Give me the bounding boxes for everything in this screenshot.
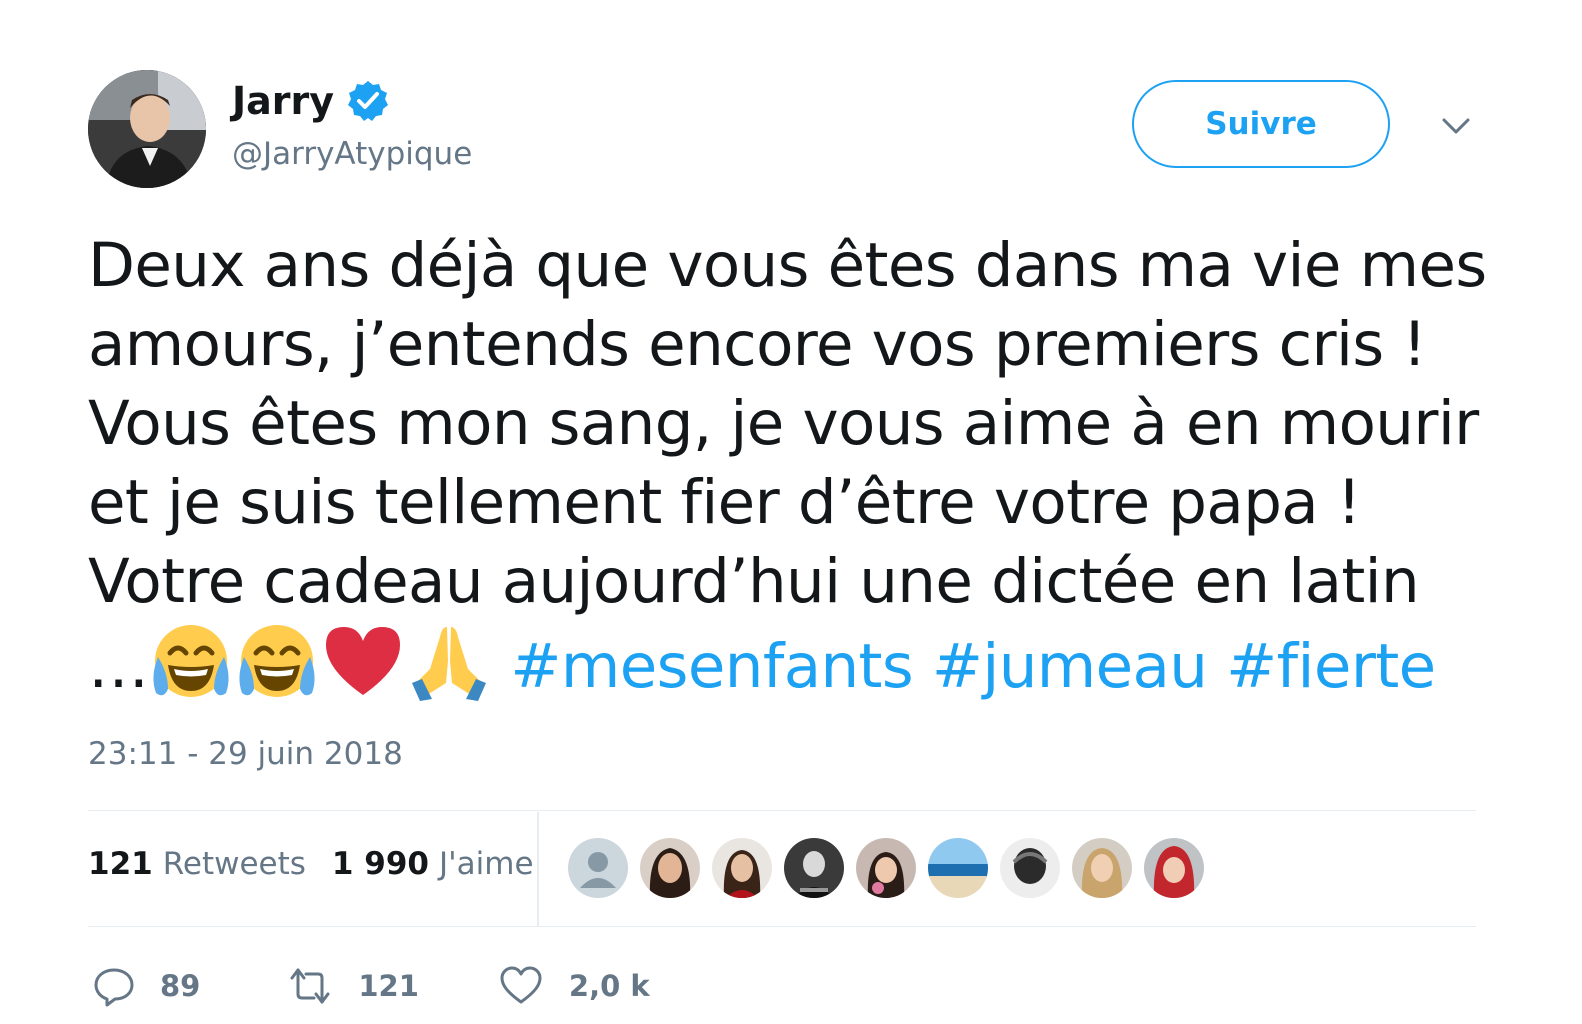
tweet-card: Jarry @JarryAtypique Suivre Deux ans déj…: [0, 0, 1582, 1024]
tweet-text-line: et je suis tellement fier d’être votre p…: [88, 467, 1361, 538]
liker-avatar[interactable]: [856, 838, 916, 898]
hashtag-separator: [1207, 631, 1226, 702]
hashtag-jumeau[interactable]: #jumeau: [932, 631, 1208, 702]
reply-button[interactable]: 89: [92, 964, 200, 1008]
retweet-button[interactable]: 121: [288, 964, 419, 1008]
tweet-text-last-line: … #mesenfants #jumeau #fierte: [88, 621, 1508, 706]
retweets-label: Retweets: [162, 846, 306, 882]
liker-avatar[interactable]: [1072, 838, 1132, 898]
hashtag-fierte[interactable]: #fierte: [1226, 631, 1436, 702]
liker-avatar[interactable]: [1144, 838, 1204, 898]
chevron-down-icon[interactable]: [1436, 110, 1476, 146]
heart-icon: [500, 966, 542, 1004]
divider: [88, 926, 1476, 927]
reply-count: 89: [160, 969, 201, 1003]
tweet-text-line: Votre cadeau aujourd’hui une dictée en l…: [88, 546, 1420, 617]
liker-avatar-beach[interactable]: [928, 838, 988, 898]
red-heart-icon: [320, 621, 406, 701]
tweet-text: Deux ans déjà que vous êtes dans ma vie …: [88, 226, 1508, 706]
ellipsis-text: …: [88, 631, 149, 702]
author-display-name[interactable]: Jarry: [232, 79, 334, 123]
liker-avatar[interactable]: [712, 838, 772, 898]
likes-label: J'aime: [438, 846, 534, 882]
divider: [88, 810, 1476, 811]
like-button[interactable]: 2,0 k: [499, 964, 650, 1008]
face-with-tears-of-joy-icon: [234, 621, 320, 701]
follow-button[interactable]: Suivre: [1132, 80, 1390, 168]
tweet-actions: 89 121 2,0 k: [92, 964, 710, 1008]
liker-avatar[interactable]: [784, 838, 844, 898]
liker-avatar[interactable]: [1000, 838, 1060, 898]
reply-icon: [94, 968, 134, 1007]
retweets-stat[interactable]: 121 Retweets: [88, 846, 306, 882]
author-name-row[interactable]: Jarry: [232, 72, 390, 130]
tweet-text-line: Deux ans déjà que vous êtes dans ma vie …: [88, 230, 1487, 301]
hashtag-separator: [913, 631, 932, 702]
hashtag-mesenfants[interactable]: #mesenfants: [510, 631, 913, 702]
retweet-count: 121: [358, 969, 419, 1003]
author-avatar[interactable]: [88, 70, 206, 188]
tweet-text-line: amours, j’entends encore vos premiers cr…: [88, 309, 1427, 380]
tweet-text-line: Vous êtes mon sang, je vous aime à en mo…: [88, 388, 1479, 459]
retweets-count: 121: [88, 846, 153, 882]
face-with-tears-of-joy-icon: [148, 621, 234, 701]
retweet-icon: [290, 968, 330, 1004]
likes-stat[interactable]: 1 990 J'aime: [332, 846, 534, 882]
verified-badge-icon: [346, 79, 390, 123]
liker-avatar-default[interactable]: [568, 838, 628, 898]
tweet-stats: 121 Retweets 1 990 J'aime: [88, 846, 560, 882]
likes-count: 1 990: [331, 846, 429, 882]
author-handle[interactable]: @JarryAtypique: [232, 136, 472, 172]
liker-avatar[interactable]: [640, 838, 700, 898]
folded-hands-icon: [406, 621, 492, 701]
tweet-timestamp[interactable]: 23:11 - 29 juin 2018: [88, 736, 403, 772]
likers-avatars: [568, 838, 1216, 898]
like-count: 2,0 k: [568, 969, 650, 1003]
